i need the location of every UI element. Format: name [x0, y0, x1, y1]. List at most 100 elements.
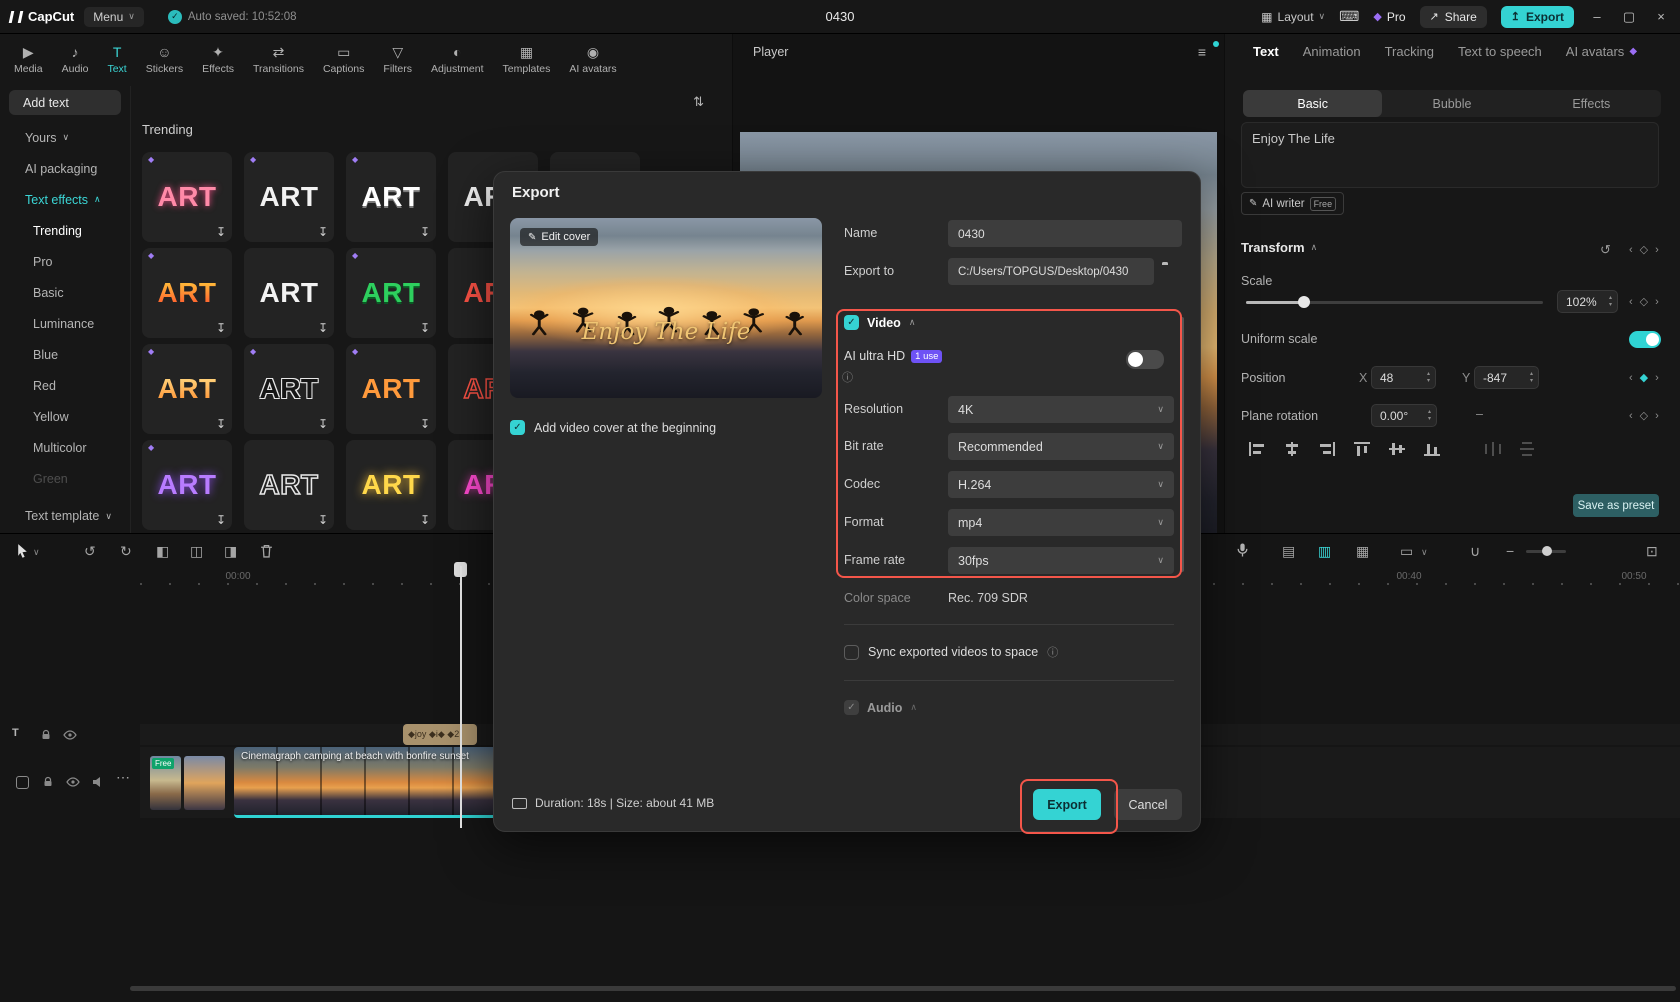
collapse-video-icon[interactable]: [909, 317, 916, 328]
distribute-h-icon[interactable]: [1485, 442, 1501, 456]
scale-slider-knob[interactable]: [1298, 296, 1310, 308]
trim-left-icon[interactable]: [156, 543, 169, 560]
split-icon[interactable]: [190, 543, 203, 560]
ribbon-item[interactable]: Stickers: [146, 45, 183, 75]
text-clip[interactable]: ◆joy ◆i◆ ◆2: [403, 724, 477, 745]
text-subtab[interactable]: Effects: [1522, 90, 1661, 117]
ribbon-item[interactable]: Text: [107, 45, 126, 75]
scale-stepper[interactable]: ▴ ▾: [1609, 295, 1612, 308]
edit-cover-button[interactable]: Edit cover: [520, 228, 599, 246]
add-cover-checkbox[interactable]: [510, 420, 525, 435]
text-content-input[interactable]: Enjoy The Life: [1241, 122, 1659, 188]
track-medium-icon[interactable]: [1318, 543, 1331, 560]
select-tool-chevron-icon[interactable]: [33, 547, 40, 558]
close-button[interactable]: [1652, 9, 1670, 24]
ribbon-item[interactable]: AI avatars: [569, 45, 616, 75]
crop-ratio-icon[interactable]: [1400, 543, 1413, 560]
position-x-stepper[interactable]: ▴ ▾: [1427, 371, 1430, 384]
ribbon-item[interactable]: Adjustment: [431, 45, 484, 75]
crop-ratio-chevron-icon[interactable]: [1421, 547, 1428, 558]
export-button-topbar[interactable]: Export: [1500, 5, 1574, 28]
lock-icon[interactable]: [42, 776, 54, 788]
download-icon[interactable]: [216, 321, 226, 335]
name-input[interactable]: 0430: [948, 220, 1182, 247]
uniform-scale-toggle[interactable]: [1629, 331, 1661, 348]
redo-icon[interactable]: [120, 543, 132, 560]
effect-card[interactable]: ART: [346, 344, 436, 434]
playhead[interactable]: [460, 566, 462, 828]
download-icon[interactable]: [318, 321, 328, 335]
properties-tab[interactable]: Tracking: [1385, 44, 1434, 59]
ribbon-item[interactable]: Audio: [62, 45, 89, 75]
share-button[interactable]: Share: [1419, 5, 1487, 28]
download-icon[interactable]: [318, 225, 328, 239]
save-as-preset-button[interactable]: Save as preset: [1573, 494, 1659, 517]
download-icon[interactable]: [318, 513, 328, 527]
timeline-zoom-slider[interactable]: [1526, 546, 1566, 556]
sidebar-item[interactable]: Yellow: [0, 401, 130, 432]
rotation-stepper[interactable]: ▴ ▾: [1428, 409, 1431, 422]
cover-preview[interactable]: Enjoy The Life Edit cover: [510, 218, 822, 398]
download-icon[interactable]: [420, 321, 430, 335]
sidebar-item[interactable]: Pro: [0, 246, 130, 277]
setting-select[interactable]: Recommended: [948, 433, 1174, 460]
shortcuts-keyboard-icon[interactable]: [1339, 8, 1359, 25]
effect-card[interactable]: ART: [244, 152, 334, 242]
setting-select[interactable]: 30fps: [948, 547, 1174, 574]
setting-select[interactable]: 4K: [948, 396, 1174, 423]
snap-magnet-icon[interactable]: [1470, 543, 1480, 560]
download-icon[interactable]: [318, 417, 328, 431]
fit-timeline-icon[interactable]: [1646, 543, 1658, 560]
sidebar-item[interactable]: Yours: [0, 122, 130, 153]
audio-checkbox[interactable]: [844, 700, 859, 715]
properties-tab[interactable]: Text: [1253, 44, 1279, 59]
effect-card[interactable]: ART: [244, 248, 334, 338]
align-right-icon[interactable]: [1319, 442, 1335, 456]
effect-card[interactable]: ART: [142, 152, 232, 242]
ribbon-item[interactable]: Filters: [383, 45, 412, 75]
align-top-icon[interactable]: [1354, 442, 1370, 456]
setting-select[interactable]: H.264: [948, 471, 1174, 498]
text-subtab[interactable]: Bubble: [1382, 90, 1521, 117]
download-icon[interactable]: [420, 225, 430, 239]
properties-tab[interactable]: Animation: [1303, 44, 1361, 59]
collapse-audio-icon[interactable]: [910, 702, 917, 713]
voiceover-mic-icon[interactable]: [1236, 542, 1249, 558]
setting-select[interactable]: mp4: [948, 509, 1174, 536]
minimize-button[interactable]: [1588, 9, 1606, 24]
undo-icon[interactable]: [84, 543, 96, 560]
track-large-icon[interactable]: [1356, 543, 1369, 560]
delete-icon[interactable]: [260, 544, 273, 558]
maximize-button[interactable]: [1620, 9, 1638, 25]
cancel-button[interactable]: Cancel: [1114, 789, 1182, 820]
player-menu-icon[interactable]: [1198, 44, 1206, 60]
eye-icon[interactable]: [66, 777, 80, 787]
align-bottom-icon[interactable]: [1424, 442, 1440, 456]
effect-card[interactable]: ART: [142, 344, 232, 434]
align-left-icon[interactable]: [1249, 442, 1265, 456]
zoom-out-icon[interactable]: [1506, 543, 1514, 559]
text-subtab[interactable]: Basic: [1243, 90, 1383, 117]
sync-checkbox[interactable]: [844, 644, 859, 660]
rotation-field[interactable]: 0.00° ▴ ▾: [1371, 404, 1437, 427]
pro-badge[interactable]: Pro: [1373, 10, 1406, 24]
add-text-button[interactable]: Add text: [9, 90, 121, 115]
download-icon[interactable]: [420, 417, 430, 431]
export-confirm-button[interactable]: Export: [1033, 789, 1101, 820]
select-tool-icon[interactable]: [16, 543, 29, 558]
ribbon-item[interactable]: Effects: [202, 45, 234, 75]
track-more-icon[interactable]: [116, 769, 130, 786]
ribbon-item[interactable]: Templates: [503, 45, 551, 75]
speaker-icon[interactable]: [92, 776, 104, 788]
export-path-input[interactable]: C:/Users/TOPGUS/Desktop/0430: [948, 258, 1154, 285]
position-y-stepper[interactable]: ▴ ▾: [1530, 371, 1533, 384]
scale-value-field[interactable]: 102% ▴ ▾: [1557, 290, 1618, 313]
effect-card[interactable]: ART: [142, 440, 232, 530]
scale-keyframe-controls[interactable]: [1629, 295, 1659, 308]
stock-clip[interactable]: Free: [150, 756, 181, 810]
video-checkbox[interactable]: [844, 315, 859, 330]
info-icon[interactable]: [1047, 644, 1058, 660]
scale-slider[interactable]: [1246, 296, 1543, 308]
sidebar-item[interactable]: Luminance: [0, 308, 130, 339]
align-center-h-icon[interactable]: [1284, 442, 1300, 456]
